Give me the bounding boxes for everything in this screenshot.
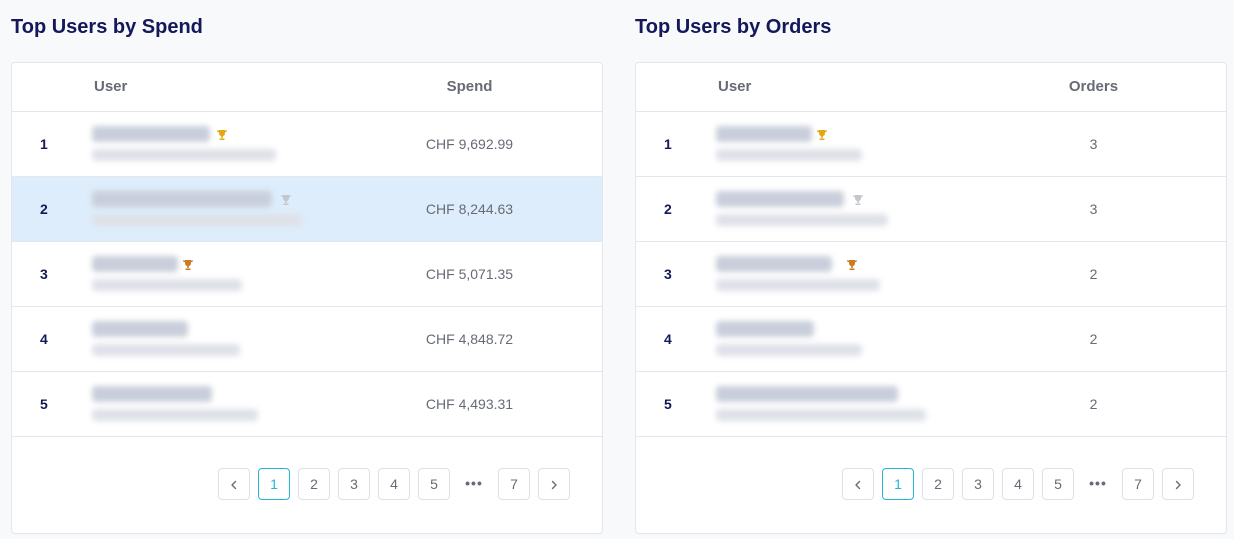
rank-number: 2 [40, 201, 48, 217]
table-row[interactable]: 2 3 [636, 177, 1226, 242]
next-page-button[interactable] [1162, 468, 1194, 500]
chevron-left-icon [231, 480, 237, 490]
blurred-user-name [716, 256, 832, 272]
column-header-spend[interactable]: Spend [392, 78, 547, 95]
blurred-user-email [716, 344, 862, 356]
table-row[interactable]: 3 CHF 5,071.35 [12, 242, 602, 307]
blurred-user-name [716, 321, 814, 337]
page-ellipsis[interactable]: ••• [1082, 468, 1114, 500]
rank-number: 3 [40, 266, 48, 282]
orders-table-card: User Orders 1 3 2 3 3 2 4 2 5 2 1 2 3 4 … [635, 62, 1227, 534]
next-page-button[interactable] [538, 468, 570, 500]
blurred-user-email [716, 214, 888, 226]
table-header: User Orders [636, 63, 1226, 112]
prev-page-button[interactable] [842, 468, 874, 500]
silver-trophy-icon [281, 195, 291, 205]
blurred-user-name [92, 386, 212, 402]
blurred-user-email [92, 409, 258, 421]
table-row[interactable]: 4 CHF 4,848.72 [12, 307, 602, 372]
bronze-trophy-icon [847, 260, 857, 270]
rank-number: 5 [40, 396, 48, 412]
section-title: Top Users by Orders [635, 16, 832, 38]
orders-value: 2 [1089, 396, 1098, 412]
rank-number: 4 [40, 331, 48, 347]
orders-value: 2 [1089, 331, 1098, 347]
page-button-7[interactable]: 7 [498, 468, 530, 500]
gold-trophy-icon [817, 130, 827, 140]
rank-number: 2 [664, 201, 672, 217]
column-header-orders[interactable]: Orders [1016, 78, 1171, 95]
table-row[interactable]: 2 CHF 8,244.63 [12, 177, 602, 242]
blurred-user-email [92, 344, 240, 356]
page-button-4[interactable]: 4 [1002, 468, 1034, 500]
page-button-3[interactable]: 3 [962, 468, 994, 500]
blurred-user-name [92, 321, 188, 337]
chevron-right-icon [551, 480, 557, 490]
page-button-1[interactable]: 1 [882, 468, 914, 500]
blurred-user-email [716, 279, 880, 291]
section-title: Top Users by Spend [11, 16, 203, 38]
spend-value: CHF 5,071.35 [425, 266, 514, 282]
spend-value: CHF 4,493.31 [425, 396, 514, 412]
table-body: 1 3 2 3 3 2 4 2 5 2 [636, 112, 1226, 437]
page-button-7[interactable]: 7 [1122, 468, 1154, 500]
blurred-user-email [716, 409, 926, 421]
page-button-2[interactable]: 2 [922, 468, 954, 500]
rank-number: 1 [40, 136, 48, 152]
blurred-user-name [716, 191, 844, 207]
page-ellipsis[interactable]: ••• [458, 468, 490, 500]
spend-value: CHF 8,244.63 [425, 201, 514, 217]
column-header-user: User [718, 78, 752, 95]
table-row[interactable]: 5 CHF 4,493.31 [12, 372, 602, 437]
blurred-user-name [716, 386, 898, 402]
blurred-user-email [92, 149, 276, 161]
page-button-5[interactable]: 5 [418, 468, 450, 500]
spend-value: CHF 4,848.72 [425, 331, 514, 347]
spend-value: CHF 9,692.99 [425, 136, 514, 152]
table-header: User Spend [12, 63, 602, 112]
blurred-user-email [92, 279, 242, 291]
blurred-user-email [92, 214, 302, 226]
rank-number: 5 [664, 396, 672, 412]
blurred-user-name [716, 126, 812, 142]
chevron-right-icon [1175, 480, 1181, 490]
orders-value: 3 [1089, 201, 1098, 217]
column-header-user: User [94, 78, 128, 95]
table-row[interactable]: 5 2 [636, 372, 1226, 437]
page-button-4[interactable]: 4 [378, 468, 410, 500]
chevron-left-icon [855, 480, 861, 490]
silver-trophy-icon [853, 195, 863, 205]
orders-value: 3 [1089, 136, 1098, 152]
page-button-1[interactable]: 1 [258, 468, 290, 500]
prev-page-button[interactable] [218, 468, 250, 500]
table-row[interactable]: 1 CHF 9,692.99 [12, 112, 602, 177]
table-body: 1 CHF 9,692.99 2 CHF 8,244.63 3 CHF 5,07… [12, 112, 602, 437]
orders-value: 2 [1089, 266, 1098, 282]
rank-number: 1 [664, 136, 672, 152]
blurred-user-name [92, 126, 210, 142]
table-row[interactable]: 3 2 [636, 242, 1226, 307]
page-button-3[interactable]: 3 [338, 468, 370, 500]
blurred-user-email [716, 149, 862, 161]
spend-table-card: User Spend 1 CHF 9,692.99 2 CHF 8,244.63… [11, 62, 603, 534]
page-button-2[interactable]: 2 [298, 468, 330, 500]
table-row[interactable]: 1 3 [636, 112, 1226, 177]
bronze-trophy-icon [183, 260, 193, 270]
page-button-5[interactable]: 5 [1042, 468, 1074, 500]
rank-number: 3 [664, 266, 672, 282]
blurred-user-name [92, 256, 178, 272]
gold-trophy-icon [217, 130, 227, 140]
blurred-user-name [92, 191, 272, 207]
rank-number: 4 [664, 331, 672, 347]
table-row[interactable]: 4 2 [636, 307, 1226, 372]
